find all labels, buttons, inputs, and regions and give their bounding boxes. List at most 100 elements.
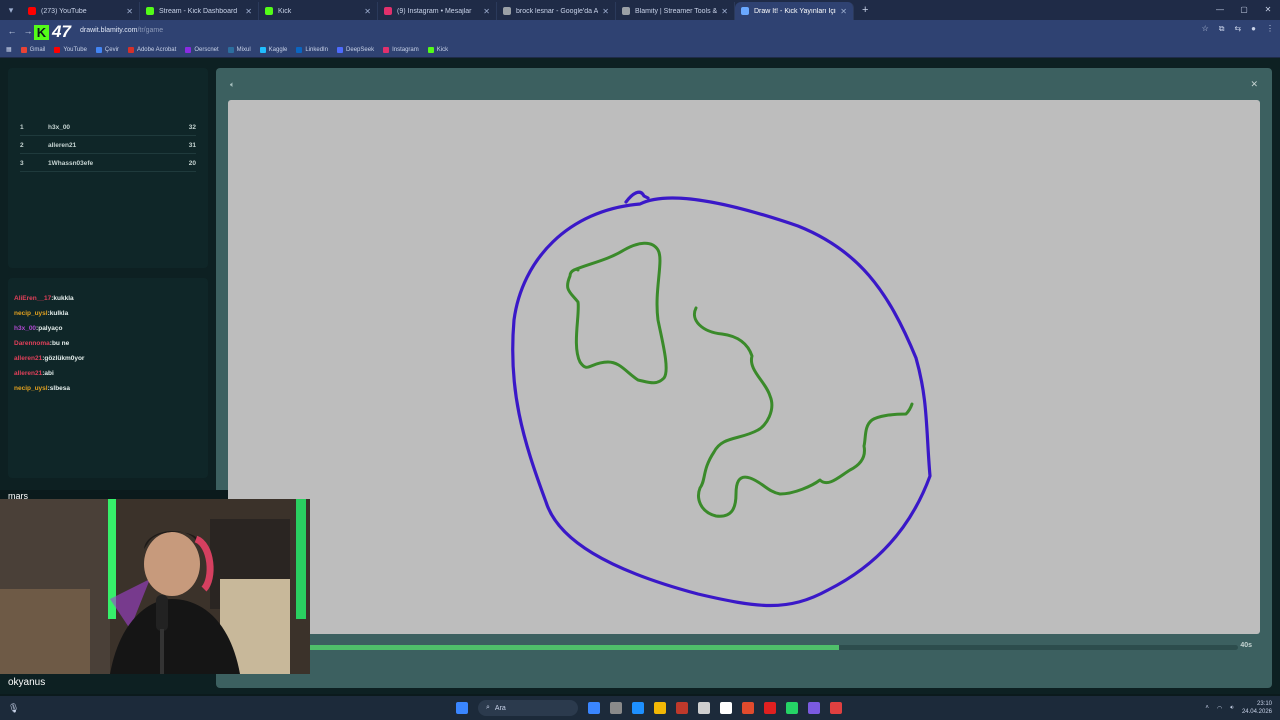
kick-k-icon: K: [34, 24, 49, 40]
mic-icon[interactable]: 🎙︎: [8, 703, 19, 714]
tab-favicon-icon: [384, 7, 392, 15]
chat-username[interactable]: alleren21: [14, 370, 42, 377]
taskbar-app-icon[interactable]: [808, 702, 820, 714]
tray-chevron-icon[interactable]: ˄: [1205, 705, 1209, 711]
tab-close-icon[interactable]: ✕: [245, 7, 252, 16]
chat-text: slbesa: [49, 385, 71, 392]
back-icon[interactable]: ←: [4, 26, 20, 36]
chat-username[interactable]: AliEren__17: [14, 295, 51, 302]
taskbar-center: ⌕ Ara: [456, 696, 842, 720]
chat-username[interactable]: alleren21: [14, 355, 42, 362]
chat-username[interactable]: necip_uysl: [14, 310, 48, 317]
taskbar-app-icon[interactable]: [830, 702, 842, 714]
leaderboard-row: 2 alleren21 31: [20, 138, 196, 154]
chat-text: bu ne: [51, 340, 70, 347]
tab-label: Kick: [278, 7, 292, 15]
tab-close-icon[interactable]: ✕: [602, 7, 609, 16]
kick-overlay-number: 47: [52, 22, 71, 41]
chat-text: abi: [44, 370, 54, 377]
bookmark-item[interactable]: Oerscnet: [185, 46, 219, 53]
taskbar-app-icon[interactable]: [720, 702, 732, 714]
bookmark-label: Oerscnet: [194, 46, 219, 53]
browser-toolbar: ← →: [0, 20, 1280, 42]
new-tab-icon[interactable]: +: [862, 4, 868, 16]
tab-close-icon[interactable]: ✕: [721, 7, 728, 16]
tab-search-icon[interactable]: ▾: [0, 0, 22, 20]
taskbar-app-icon[interactable]: [676, 702, 688, 714]
bookmark-item[interactable]: Gmail: [20, 46, 46, 53]
window-close-icon[interactable]: ✕: [1256, 0, 1280, 20]
tab-label: brock lesnar - Google'da Ara: [516, 7, 599, 15]
taskbar-app-icon[interactable]: [698, 702, 710, 714]
tab-close-icon[interactable]: ✕: [483, 7, 490, 16]
leaderboard-row: 3 1Whassn03efe 20: [20, 156, 196, 172]
address-bar[interactable]: drawit.blamity.com/tr/game: [80, 27, 163, 34]
browser-menu-icon[interactable]: ⋮: [1266, 24, 1274, 34]
bookmark-label: Kick: [436, 46, 449, 53]
tab-0[interactable]: (273) YouTube ✕: [22, 2, 140, 20]
tab-5[interactable]: Blamity | Streamer Tools & Part✕: [616, 2, 735, 20]
taskbar-app-icon[interactable]: [764, 702, 776, 714]
bookmark-item[interactable]: LinkedIn: [296, 46, 328, 53]
tab-1[interactable]: Stream - Kick Dashboard ✕: [140, 2, 259, 20]
drawing: [511, 190, 932, 608]
start-icon[interactable]: [456, 702, 468, 714]
taskbar-app-icon[interactable]: [588, 702, 600, 714]
apps-grid-icon[interactable]: ▦: [6, 46, 12, 53]
tab-2[interactable]: Kick ✕: [259, 2, 378, 20]
taskbar-app-icon[interactable]: [632, 702, 644, 714]
bookmark-item[interactable]: Kaggle: [259, 46, 287, 53]
maximize-icon[interactable]: ▢: [1232, 0, 1256, 20]
profile-icon[interactable]: ●: [1251, 24, 1256, 34]
taskbar-app-icon[interactable]: [786, 702, 798, 714]
chat-username[interactable]: Darennoma: [14, 340, 50, 347]
network-icon[interactable]: ◠: [1217, 705, 1222, 712]
bookmark-favicon-icon: [20, 46, 27, 53]
bookmark-item[interactable]: Adobe Acrobat: [127, 46, 176, 53]
bookmark-label: YouTube: [63, 46, 87, 53]
translate-icon[interactable]: ⇆: [1234, 24, 1241, 34]
chat-message: necip_uysl: slbesa: [14, 385, 70, 392]
leaderboard-score: 32: [188, 124, 196, 131]
tab-6[interactable]: Draw It! - Kick Yayınları İçin ✕: [735, 2, 854, 20]
chat-username[interactable]: necip_uysl: [14, 385, 48, 392]
bookmark-item[interactable]: Mixul: [227, 46, 251, 53]
taskbar-app-icon[interactable]: [654, 702, 666, 714]
chat-text: palyaço: [38, 325, 63, 332]
bookmark-item[interactable]: DeepSeek: [337, 46, 375, 53]
bookmark-item[interactable]: Kick: [427, 46, 449, 53]
minimize-icon[interactable]: —: [1208, 0, 1232, 20]
volume-icon[interactable]: 🔉︎: [1230, 705, 1234, 712]
tab-close-icon[interactable]: ✕: [364, 7, 371, 16]
url-host: drawit.blamity.com: [80, 27, 138, 34]
leaderboard-rank: 2: [20, 142, 24, 149]
bookmark-item[interactable]: Çevir: [95, 46, 119, 53]
clock[interactable]: 23:10 24.04.2026: [1242, 700, 1272, 716]
taskbar-search-label: Ara: [494, 704, 506, 712]
chat-message: alleren21: abi: [14, 370, 54, 377]
tab-3[interactable]: (9) Instagram • Mesajlar ✕: [378, 2, 497, 20]
sound-icon[interactable]: 🔈︎: [230, 80, 235, 90]
toolbar-actions: ☆ ⧉ ⇆ ● ⋮: [1202, 24, 1274, 34]
bookmark-item[interactable]: YouTube: [54, 46, 87, 53]
drawing-canvas[interactable]: [228, 100, 1260, 634]
chat-username[interactable]: h3x_00: [14, 325, 36, 332]
tab-4[interactable]: brock lesnar - Google'da Ara ✕: [497, 2, 616, 20]
bookmark-star-icon[interactable]: ☆: [1202, 24, 1209, 34]
extensions-icon[interactable]: ⧉: [1219, 24, 1225, 34]
tab-close-icon[interactable]: ✕: [840, 7, 847, 16]
taskbar-search[interactable]: ⌕ Ara: [478, 700, 578, 716]
tab-list: (273) YouTube ✕ Stream - Kick Dashboard ✕ Ki…: [22, 0, 854, 20]
bookmark-label: Gmail: [29, 46, 46, 53]
browser-tab-strip: ▾ (273) YouTube ✕ Stream - Kick Dashboard ✕…: [0, 0, 1280, 20]
leaderboard-score: 20: [188, 160, 196, 167]
taskbar-app-icon[interactable]: [742, 702, 754, 714]
bookmark-label: DeepSeek: [346, 46, 375, 53]
taskbar-app-icon[interactable]: [610, 702, 622, 714]
bookmark-item[interactable]: Instagram: [383, 46, 419, 53]
bookmark-favicon-icon: [54, 46, 61, 53]
tab-close-icon[interactable]: ✕: [126, 7, 133, 16]
webcam-bottom-name: okyanus: [8, 677, 46, 688]
close-game-icon[interactable]: ✕: [1250, 79, 1258, 90]
chat-message: AliEren__17: kukkla: [14, 295, 74, 302]
